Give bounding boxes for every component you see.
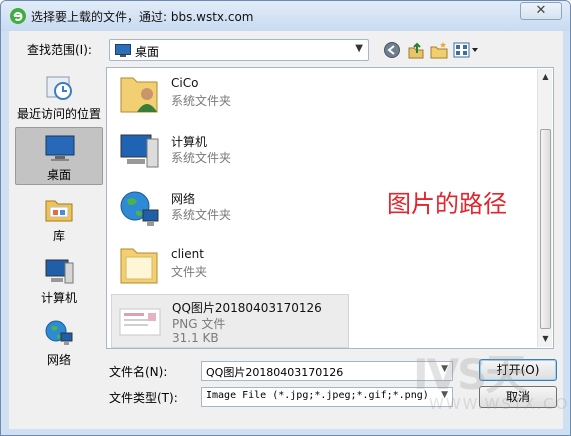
item-type: 系统文件夹 bbox=[171, 94, 232, 108]
recent-places-icon bbox=[46, 76, 72, 100]
window-title: 选择要上载的文件，通过: bbs.wstx.com bbox=[31, 10, 254, 24]
item-name: 网络 bbox=[171, 192, 196, 206]
libraries-icon bbox=[45, 200, 73, 222]
site-watermark: ⅣS天 WWW.WSTX.COM bbox=[409, 337, 571, 435]
item-name: CiCo bbox=[171, 76, 199, 90]
view-menu-icon[interactable] bbox=[453, 40, 481, 60]
up-folder-icon[interactable] bbox=[407, 40, 425, 60]
list-item[interactable]: 计算机 系统文件夹 bbox=[111, 125, 349, 177]
desktop-icon bbox=[115, 44, 131, 57]
item-type: 文件夹 bbox=[171, 265, 208, 279]
browser-e-icon bbox=[10, 8, 26, 24]
network-icon bbox=[120, 191, 159, 226]
image-thumbnail-icon bbox=[119, 308, 161, 336]
file-list[interactable]: CiCo 系统文件夹 计算机 系统文件夹 网络 系统文件夹 client 文件夹… bbox=[106, 67, 554, 349]
places-bar: 最近访问的位置 桌面 库 计算机 网络 bbox=[15, 67, 105, 375]
list-item[interactable]: 网络 系统文件夹 bbox=[111, 182, 349, 234]
back-icon[interactable] bbox=[383, 40, 401, 60]
look-in-label: 查找范围(I): bbox=[27, 43, 92, 57]
list-item[interactable]: CiCo 系统文件夹 bbox=[111, 68, 349, 120]
new-folder-icon[interactable] bbox=[430, 40, 448, 60]
list-item[interactable]: client 文件夹 bbox=[111, 239, 349, 291]
list-item-selected[interactable]: QQ图片20180403170126 PNG 文件 31.1 KB bbox=[111, 294, 349, 348]
vertical-scrollbar[interactable]: ▲ ▼ bbox=[537, 69, 552, 347]
item-name: QQ图片20180403170126 bbox=[172, 301, 322, 315]
filename-value: QQ图片20180403170126 bbox=[206, 366, 344, 379]
desktop-icon bbox=[45, 135, 75, 161]
close-button[interactable]: ✕ bbox=[520, 2, 562, 20]
computer-icon bbox=[45, 259, 74, 284]
place-label: 最近访问的位置 bbox=[16, 107, 101, 121]
look-in-combo[interactable]: 桌面 ▼ bbox=[109, 39, 369, 61]
computer-icon bbox=[120, 134, 159, 168]
place-label: 桌面 bbox=[46, 168, 71, 182]
item-name: client bbox=[171, 247, 204, 261]
place-label: 库 bbox=[52, 229, 65, 243]
filetype-value: Image File (*.jpg;*.jpeg;*.gif;*.png) bbox=[206, 390, 429, 401]
place-recent[interactable]: 最近访问的位置 bbox=[15, 67, 103, 125]
place-desktop[interactable]: 桌面 bbox=[15, 127, 103, 185]
scroll-up-icon[interactable]: ▲ bbox=[538, 69, 553, 85]
user-folder-icon bbox=[120, 77, 158, 113]
file-dialog-window: 选择要上载的文件，通过: bbs.wstx.com ✕ 查找范围(I): 桌面 … bbox=[0, 0, 571, 436]
place-label: 计算机 bbox=[40, 291, 77, 305]
filename-label: 文件名(N): bbox=[109, 365, 168, 379]
network-icon bbox=[45, 320, 73, 345]
watermark-brand: ⅣS天 bbox=[413, 350, 527, 399]
place-libraries[interactable]: 库 bbox=[15, 189, 103, 247]
item-type: 系统文件夹 bbox=[171, 151, 232, 165]
place-network[interactable]: 网络 bbox=[15, 313, 103, 371]
filetype-label: 文件类型(T): bbox=[109, 391, 178, 405]
item-type: PNG 文件 bbox=[172, 317, 226, 331]
place-computer[interactable]: 计算机 bbox=[15, 251, 103, 309]
look-in-value: 桌面 bbox=[135, 45, 160, 59]
place-label: 网络 bbox=[46, 353, 71, 367]
item-size: 31.1 KB bbox=[172, 331, 219, 345]
watermark-url: WWW.WSTX.COM bbox=[429, 395, 571, 413]
scroll-thumb[interactable] bbox=[540, 129, 551, 329]
item-type: 系统文件夹 bbox=[171, 208, 232, 222]
path-annotation: 图片的路径 bbox=[387, 190, 507, 218]
title-bar[interactable]: 选择要上载的文件，通过: bbs.wstx.com ✕ bbox=[1, 1, 570, 31]
chevron-down-icon[interactable]: ▼ bbox=[355, 43, 363, 54]
item-name: 计算机 bbox=[171, 135, 208, 149]
folder-icon bbox=[120, 248, 158, 284]
